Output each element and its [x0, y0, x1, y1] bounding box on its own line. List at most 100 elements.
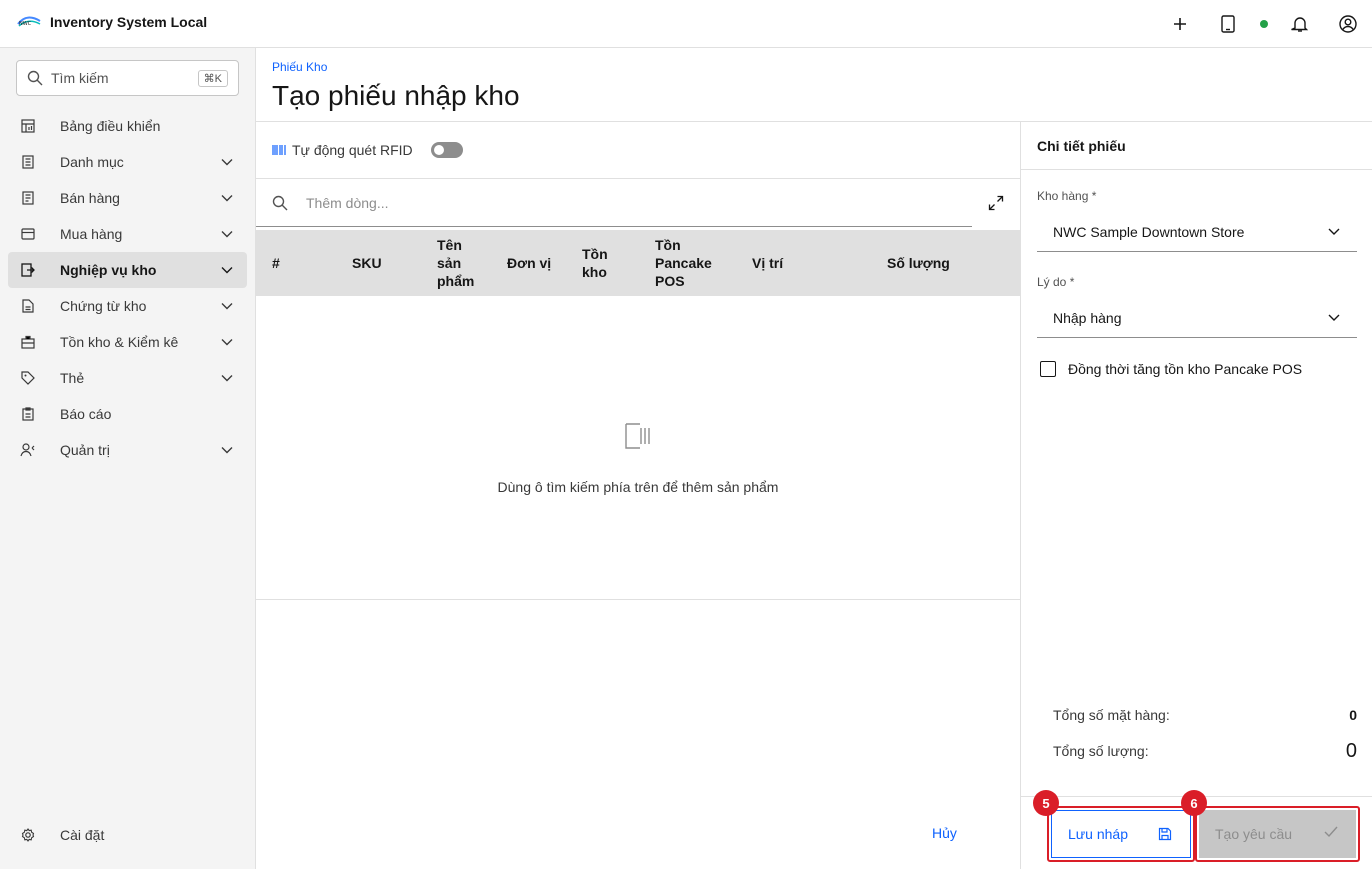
inventory-icon — [21, 335, 35, 349]
notifications-button[interactable] — [1276, 0, 1324, 48]
search-shortcut: ⌘K — [197, 69, 228, 87]
reason-value: Nhập hàng — [1053, 309, 1122, 326]
total-qty-value: 0 — [1345, 739, 1357, 762]
total-items-value: 0 — [1349, 707, 1357, 723]
rfid-toggle[interactable] — [430, 142, 463, 158]
logo-icon: NWC — [17, 16, 41, 27]
rfid-toggle-row: Tự động quét RFID — [272, 122, 463, 178]
chevron-down-icon — [221, 159, 233, 166]
settings-label: Cài đặt — [60, 827, 105, 843]
highlight-box — [1047, 806, 1195, 862]
admin-icon — [20, 443, 35, 457]
warehouse-select[interactable]: NWC Sample Downtown Store — [1037, 212, 1357, 252]
report-icon — [22, 407, 34, 421]
user-icon — [1339, 15, 1357, 33]
plus-icon — [1174, 18, 1186, 30]
status-dot — [1260, 20, 1268, 28]
sidebar-item-label: Nghiệp vụ kho — [60, 262, 157, 278]
sidebar-item-label: Mua hàng — [60, 226, 123, 242]
main-content: Phiếu Kho Tạo phiếu nhập kho Tự động qué… — [256, 48, 1372, 869]
purchase-icon — [21, 228, 35, 240]
divider — [1021, 169, 1372, 170]
total-items-label: Tổng số mặt hàng: — [1053, 707, 1170, 723]
cancel-button[interactable]: Hủy — [932, 825, 957, 841]
sidebar-item-admin[interactable]: Quản trị — [8, 432, 247, 468]
brand[interactable]: NWC Inventory System Local — [16, 10, 207, 34]
tag-icon — [21, 371, 35, 385]
step-badge: 5 — [1033, 790, 1059, 816]
sidebar-item-label: Thẻ — [60, 370, 85, 386]
document-icon — [22, 299, 34, 313]
chevron-down-icon — [221, 267, 233, 274]
chevron-down-icon — [221, 195, 233, 202]
breadcrumb[interactable]: Phiếu Kho — [272, 60, 327, 74]
column-header[interactable]: Số lượng — [887, 230, 977, 296]
sidebar-item-reports[interactable]: Báo cáo — [8, 396, 247, 432]
sidebar-item-sales[interactable]: Bán hàng — [8, 180, 247, 216]
device-button[interactable] — [1204, 0, 1252, 48]
column-header[interactable]: SKU — [352, 230, 422, 296]
sync-pos-checkbox[interactable] — [1040, 361, 1056, 377]
sidebar-item-inventory[interactable]: Tồn kho & Kiểm kê — [8, 324, 247, 360]
step-badge: 6 — [1181, 790, 1207, 816]
status-indicator — [1252, 0, 1276, 48]
warehouse-label: Kho hàng * — [1037, 189, 1097, 203]
column-header[interactable]: Tồn Pancake POS — [655, 230, 725, 296]
total-items-row: Tổng số mặt hàng: 0 — [1053, 704, 1357, 726]
chevron-down-icon — [1328, 314, 1340, 321]
empty-state-text: Dùng ô tìm kiếm phía trên để thêm sản ph… — [497, 479, 779, 495]
sidebar-item-purchase[interactable]: Mua hàng — [8, 216, 247, 252]
reason-label: Lý do * — [1037, 275, 1075, 289]
sync-pos-label: Đồng thời tăng tồn kho Pancake POS — [1068, 361, 1303, 377]
chevron-down-icon — [221, 231, 233, 238]
reason-select[interactable]: Nhập hàng — [1037, 298, 1357, 338]
gear-icon — [21, 828, 35, 842]
column-header[interactable]: Vị trí — [752, 230, 832, 296]
app-title: Inventory System Local — [50, 14, 208, 30]
search-label: Tìm kiếm — [51, 70, 109, 86]
items-editor: Tự động quét RFID Thêm dòng... # SKU Tên… — [256, 122, 1020, 869]
sidebar-search[interactable]: Tìm kiếm ⌘K — [16, 60, 239, 96]
catalog-icon — [22, 155, 34, 169]
bell-icon — [1291, 17, 1309, 32]
details-panel: Chi tiết phiếu Kho hàng * NWC Sample Dow… — [1020, 122, 1372, 869]
sidebar-item-settings[interactable]: Cài đặt — [8, 817, 247, 853]
chevron-down-icon — [221, 303, 233, 310]
warehouse-ops-icon — [21, 263, 35, 277]
chevron-down-icon — [1328, 228, 1340, 235]
sidebar-item-warehouse-ops[interactable]: Nghiệp vụ kho — [8, 252, 247, 288]
rfid-label: Tự động quét RFID — [292, 142, 413, 158]
sidebar-item-catalog[interactable]: Danh mục — [8, 144, 247, 180]
sidebar-item-label: Quản trị — [60, 442, 110, 458]
page-title: Tạo phiếu nhập kho — [272, 80, 520, 111]
add-button[interactable] — [1156, 0, 1204, 48]
column-header[interactable]: # — [272, 230, 332, 296]
table-header: # SKU Tên sản phẩm Đơn vị Tồn kho Tồn Pa… — [256, 230, 1020, 296]
highlight-box — [1195, 806, 1360, 862]
sidebar-item-tags[interactable]: Thẻ — [8, 360, 247, 396]
sidebar: Tìm kiếm ⌘K Bảng điều khiển Danh mục Bán… — [0, 48, 256, 869]
sales-icon — [22, 191, 34, 205]
chevron-down-icon — [221, 447, 233, 454]
barcode-icon — [625, 423, 650, 449]
search-icon — [27, 70, 43, 86]
page-header: Phiếu Kho Tạo phiếu nhập kho — [256, 48, 1372, 122]
sync-pos-checkbox-row[interactable]: Đồng thời tăng tồn kho Pancake POS — [1040, 361, 1302, 377]
top-bar: NWC Inventory System Local — [0, 0, 1372, 48]
column-header[interactable]: Tồn kho — [582, 230, 624, 296]
dashboard-icon — [21, 119, 35, 133]
expand-button[interactable] — [980, 191, 1012, 215]
sidebar-item-label: Chứng từ kho — [60, 298, 147, 314]
total-qty-row: Tổng số lượng: 0 — [1053, 738, 1357, 764]
column-header[interactable]: Đơn vị — [507, 230, 567, 296]
add-row-input[interactable]: Thêm dòng... — [256, 179, 972, 227]
user-menu-button[interactable] — [1324, 0, 1372, 48]
total-qty-label: Tổng số lượng: — [1053, 743, 1149, 759]
sidebar-item-label: Danh mục — [60, 154, 124, 170]
sidebar-item-label: Bảng điều khiển — [60, 118, 161, 134]
details-title: Chi tiết phiếu — [1037, 138, 1126, 154]
column-header[interactable]: Tên sản phẩm — [437, 230, 485, 296]
empty-state: Dùng ô tìm kiếm phía trên để thêm sản ph… — [256, 296, 1020, 600]
sidebar-item-dashboard[interactable]: Bảng điều khiển — [8, 108, 247, 144]
sidebar-item-documents[interactable]: Chứng từ kho — [8, 288, 247, 324]
